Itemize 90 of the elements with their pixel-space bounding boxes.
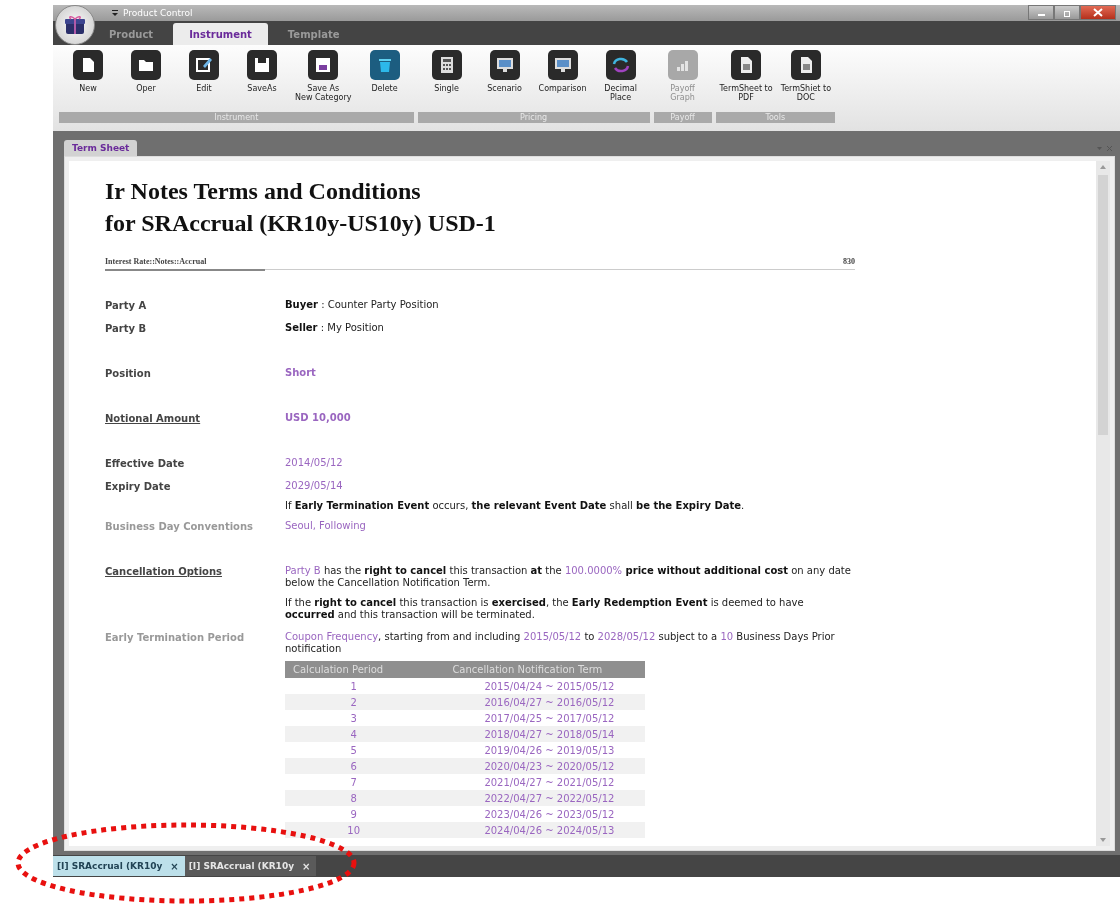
monitor-icon — [489, 50, 520, 80]
column-header: Cancellation Notification Term — [422, 661, 645, 678]
field-label: Cancellation Options — [105, 566, 222, 577]
ribbon-button[interactable]: Delete — [355, 48, 414, 112]
restore-button[interactable] — [1054, 5, 1080, 20]
product-code: 830 — [843, 257, 855, 266]
document-tab[interactable]: [I] SRAccrual (KR10y × — [184, 856, 317, 876]
field-value: 2029/05/14 — [285, 479, 344, 493]
field-value: If Early Termination Event occurs, the relevant Event Date shall be the Expiry Date. — [285, 499, 746, 513]
table-cell: 3 — [285, 710, 423, 726]
app-menu-button[interactable] — [55, 5, 95, 45]
field-label: Business Day Conventions — [105, 521, 254, 532]
document-tab[interactable]: [I] SRAccrual (KR10y × — [53, 856, 185, 876]
table-cell: 2017/04/25 ~ 2017/05/12 — [422, 710, 645, 726]
table-cell: 1 — [285, 678, 423, 694]
field-label: Party A — [105, 300, 147, 311]
field-value: Coupon Frequency, starting from and including 2015/05/12 to 2028/05/12 subject to a 10 Business Days Prior notification — [285, 630, 836, 656]
table-cell: 5 — [285, 742, 423, 758]
table-cell: 2019/04/26 ~ 2019/05/13 — [422, 742, 645, 758]
ribbon-button[interactable]: Comparison — [533, 48, 592, 112]
ribbon-button[interactable]: Scenario — [475, 48, 534, 112]
table-cell: 2022/04/27 ~ 2022/05/12 — [422, 790, 645, 806]
chart-icon — [667, 50, 698, 80]
ribbon-tab[interactable]: Instrument — [173, 23, 268, 45]
minimize-button[interactable] — [1028, 5, 1054, 20]
category-path: Interest Rate::Notes::Accrual — [105, 257, 207, 266]
document-tab[interactable]: Term Sheet — [64, 140, 138, 156]
ribbon-group-label: Payoff — [653, 112, 712, 123]
field-value: If the right to cancel this transaction is exercised, the Early Redemption Event is deemed to have occurred and this transaction will be terminated. — [285, 596, 805, 622]
ribbon-button[interactable]: Decimal Place — [591, 48, 650, 112]
field-value: USD 10,000 — [285, 411, 352, 425]
ribbon-button[interactable]: SaveAs — [233, 48, 291, 112]
field-value: Party B has the right to cancel this transaction at the 100.0000% price without additional cost on any date below the Cancellation Notification Term. — [285, 564, 852, 590]
gift-icon — [64, 15, 86, 35]
close-button[interactable] — [1080, 5, 1116, 20]
window-title: Product Control — [123, 8, 193, 18]
close-icon — [1093, 8, 1103, 17]
ribbon-button[interactable]: Oper — [117, 48, 175, 112]
ribbon-button[interactable]: Single — [417, 48, 476, 112]
table-cell: 2021/04/27 ~ 2021/05/12 — [422, 774, 645, 790]
scroll-down-icon[interactable] — [1098, 836, 1108, 844]
field-label: Early Termination Period — [105, 632, 245, 643]
ribbon-button[interactable]: Edit — [175, 48, 233, 112]
ribbon-group-label: Pricing — [417, 112, 650, 123]
field-value: Buyer : Counter Party Position — [285, 298, 440, 312]
field-label: Party B — [105, 323, 147, 334]
column-header: Calculation Period — [285, 661, 423, 678]
close-tab-button[interactable]: × — [302, 860, 311, 872]
table-cell: 10 — [285, 822, 423, 838]
document-title: for SRAccrual (KR10y-US10y) USD-1 — [105, 209, 496, 238]
table-cell: 2 — [285, 694, 423, 710]
calculator-icon — [431, 50, 462, 80]
monitor-icon — [547, 50, 578, 80]
ribbon-group-label: Instrument — [59, 112, 414, 123]
table-cell: 8 — [285, 790, 423, 806]
table-cell: 2016/04/27 ~ 2016/05/12 — [422, 694, 645, 710]
field-label: Effective Date — [105, 458, 185, 469]
document-icon — [790, 50, 821, 80]
table-cell: 2024/04/26 ~ 2024/05/13 — [422, 822, 645, 838]
refresh-icon — [605, 50, 636, 80]
ribbon-button[interactable]: New — [59, 48, 117, 112]
scroll-up-icon[interactable] — [1098, 163, 1108, 171]
table-cell: 6 — [285, 758, 423, 774]
edit-icon — [189, 50, 219, 80]
field-value: Seoul, Following — [285, 519, 367, 533]
field-value: Short — [285, 366, 317, 380]
table-cell: 2023/04/26 ~ 2023/05/12 — [422, 806, 645, 822]
trash-icon — [369, 50, 400, 80]
ribbon-button[interactable]: Save As New Category — [291, 48, 356, 112]
restore-icon — [1062, 8, 1072, 17]
close-tab-button[interactable]: × — [170, 860, 179, 872]
field-label: Position — [105, 368, 151, 379]
document-title: Ir Notes Terms and Conditions — [105, 177, 421, 206]
ribbon-button[interactable]: TermSheet to PDF — [715, 48, 777, 112]
table-cell: 2018/04/27 ~ 2018/05/14 — [422, 726, 645, 742]
table-cell: 2020/04/23 ~ 2020/05/12 — [422, 758, 645, 774]
field-label: Expiry Date — [105, 481, 171, 492]
folder-icon — [131, 50, 161, 80]
table-cell: 7 — [285, 774, 423, 790]
vertical-scrollbar[interactable] — [1096, 161, 1110, 846]
ribbon-button[interactable]: TermShiet to DOC — [776, 48, 836, 112]
document-icon — [731, 50, 762, 80]
dropdown-icon[interactable] — [111, 9, 119, 17]
table-cell: 4 — [285, 726, 423, 742]
table-cell: 2015/04/24 ~ 2015/05/12 — [422, 678, 645, 694]
document-icon — [73, 50, 103, 80]
field-value: Seller : My Position — [285, 321, 385, 335]
table-cell: 9 — [285, 806, 423, 822]
field-value: 2014/05/12 — [285, 456, 344, 470]
field-label: Notional Amount — [105, 413, 201, 424]
